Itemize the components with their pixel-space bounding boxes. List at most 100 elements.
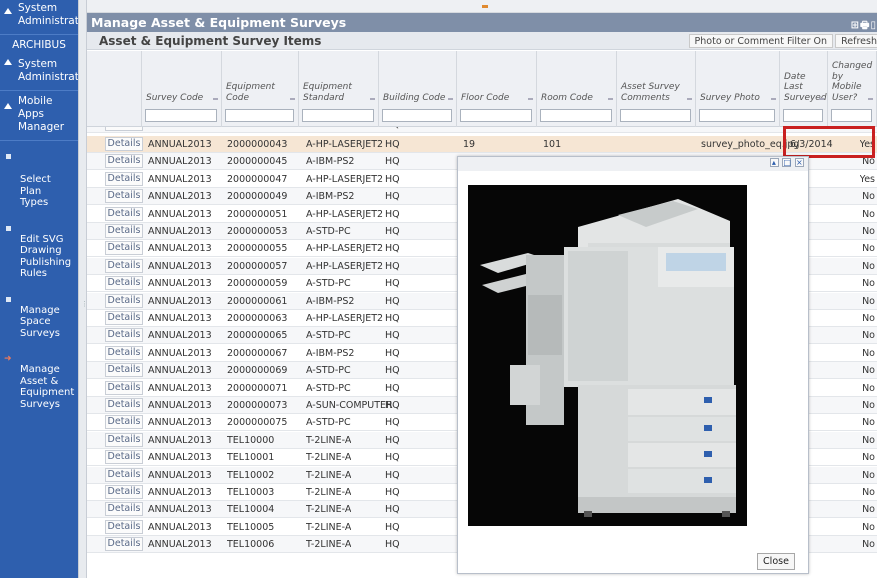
close-icon[interactable]: × bbox=[795, 158, 804, 167]
cell-equipment-standard: T-2LINE-A bbox=[306, 504, 352, 516]
table-row[interactable]: Details ANNUAL2013 2000000041 A-IBM-PS2 HQ 19… bbox=[87, 127, 877, 133]
navigation-sidebar: System Administration ARCHIBUS System Ad… bbox=[0, 0, 78, 578]
column-header-building-code[interactable]: Building Code bbox=[379, 51, 457, 127]
close-button[interactable]: Close bbox=[757, 553, 795, 570]
cell-building-code: HQ bbox=[385, 191, 400, 203]
details-button[interactable]: Details bbox=[105, 311, 143, 325]
column-filter-input[interactable] bbox=[699, 109, 775, 122]
column-filter-input[interactable] bbox=[302, 109, 374, 122]
column-filter-input[interactable] bbox=[382, 109, 452, 122]
dialog-titlebar[interactable]: ▴ □ × bbox=[458, 157, 808, 171]
sort-indicator-icon[interactable] bbox=[868, 98, 873, 100]
sort-indicator-icon[interactable] bbox=[528, 98, 533, 100]
details-button[interactable]: Details bbox=[105, 485, 143, 499]
sidebar-item-edit-svg-rules[interactable]: Edit SVG Drawing Publishing Rules bbox=[0, 211, 78, 280]
details-button[interactable]: Details bbox=[105, 206, 143, 221]
sidebar-item-label: Manage Space Surveys bbox=[20, 304, 60, 339]
sort-indicator-icon[interactable] bbox=[448, 98, 453, 100]
sidebar-section-archibus[interactable]: ARCHIBUS bbox=[0, 37, 78, 56]
column-header-equipment-code[interactable]: Equipment Code bbox=[222, 51, 299, 127]
cell-room-code: 101 bbox=[543, 139, 562, 150]
details-button[interactable]: Details bbox=[105, 154, 143, 169]
column-header-date-last[interactable]: Date Last Surveyed bbox=[780, 51, 828, 127]
collapse-triangle-icon[interactable] bbox=[4, 8, 12, 14]
collapse-triangle-icon[interactable] bbox=[4, 103, 12, 109]
cell-survey-code: ANNUAL2013 bbox=[148, 226, 212, 237]
sort-indicator-icon[interactable] bbox=[213, 98, 218, 100]
column-header-changed-mobile[interactable]: Changed by Mobile User? bbox=[828, 51, 877, 127]
details-button[interactable]: Details bbox=[105, 502, 143, 517]
column-header-comments[interactable]: Asset Survey Comments bbox=[617, 51, 696, 127]
column-filter-input[interactable] bbox=[831, 109, 872, 122]
sidebar-item-select-plan-types[interactable]: Select Plan Types bbox=[0, 151, 78, 209]
splitter-grip-icon[interactable]: ⋮ bbox=[81, 300, 88, 308]
table-row[interactable]: Details ANNUAL2013 2000000043 A-HP-LASERJET… bbox=[87, 136, 877, 153]
column-header-equipment-standard[interactable]: Equipment Standard bbox=[299, 51, 379, 127]
column-filter-input[interactable] bbox=[620, 109, 691, 122]
details-button[interactable]: Details bbox=[105, 467, 143, 482]
sidebar-item-manage-asset-surveys[interactable]: ➜ Manage Asset & Equipment Surveys bbox=[0, 341, 78, 410]
sidebar-splitter[interactable]: ⋮ bbox=[78, 0, 88, 578]
details-button[interactable]: Details bbox=[105, 258, 143, 273]
cell-equipment-standard: T-2LINE-A bbox=[306, 487, 352, 498]
sort-indicator-icon[interactable] bbox=[687, 98, 692, 100]
details-button[interactable]: Details bbox=[105, 519, 143, 534]
column-filter-input[interactable] bbox=[540, 109, 612, 122]
sort-indicator-icon[interactable] bbox=[290, 98, 295, 100]
cell-equipment-standard: A-HP-LASERJET2 bbox=[306, 260, 384, 272]
cell-building-code: HQ bbox=[385, 139, 400, 150]
sidebar-item-manage-space-surveys[interactable]: Manage Space Surveys bbox=[0, 282, 78, 340]
cell-equipment-code: 2000000045 bbox=[227, 156, 288, 168]
collapse-triangle-icon[interactable] bbox=[4, 59, 12, 65]
details-button[interactable]: Details bbox=[105, 432, 143, 447]
details-button[interactable]: Details bbox=[105, 171, 143, 186]
column-header-survey-code[interactable]: Survey Code bbox=[142, 51, 222, 127]
sort-indicator-icon[interactable] bbox=[608, 98, 613, 100]
cell-equipment-standard: A-STD-PC bbox=[306, 226, 351, 237]
cell-equipment-standard: A-STD-PC bbox=[306, 278, 351, 290]
collapse-handle-icon[interactable] bbox=[482, 5, 488, 8]
details-button[interactable]: Details bbox=[105, 537, 143, 552]
details-button[interactable]: Details bbox=[105, 224, 143, 238]
column-filter-input[interactable] bbox=[783, 109, 823, 122]
column-header-photo[interactable]: Survey Photo bbox=[696, 51, 780, 127]
column-header-label: Floor Code bbox=[461, 92, 510, 103]
cell-survey-code: ANNUAL2013 bbox=[148, 539, 212, 551]
photo-comment-filter-button[interactable]: Photo or Comment Filter On bbox=[688, 34, 833, 48]
details-button[interactable]: Details bbox=[105, 293, 143, 308]
details-button[interactable]: Details bbox=[105, 276, 143, 291]
details-button[interactable]: Details bbox=[105, 189, 143, 204]
cell-building-code: HQ bbox=[385, 469, 400, 481]
sidebar-section-system-admin[interactable]: System Administration bbox=[0, 0, 78, 32]
details-button[interactable]: Details bbox=[105, 241, 143, 256]
column-filter-input[interactable] bbox=[225, 109, 294, 122]
details-button[interactable]: Details bbox=[105, 137, 143, 151]
sort-indicator-icon[interactable] bbox=[370, 98, 375, 100]
details-button[interactable]: Details bbox=[105, 415, 143, 430]
bullet-icon bbox=[6, 154, 11, 159]
sort-indicator-icon[interactable] bbox=[771, 98, 776, 100]
cell-building-code: HQ bbox=[385, 127, 400, 130]
details-button[interactable]: Details bbox=[105, 328, 143, 343]
cell-changed-mobile: No bbox=[862, 295, 875, 307]
cell-changed-mobile: No bbox=[862, 487, 875, 498]
sidebar-section-system-admin-2[interactable]: System Administration bbox=[0, 56, 78, 88]
minimize-icon[interactable]: ▴ bbox=[769, 158, 779, 167]
cell-survey-code: ANNUAL2013 bbox=[148, 139, 212, 150]
details-button[interactable]: Details bbox=[105, 127, 143, 131]
column-filter-input[interactable] bbox=[460, 109, 532, 122]
column-filter-input[interactable] bbox=[145, 109, 217, 122]
maximize-icon[interactable]: □ bbox=[782, 158, 792, 167]
sidebar-section-mobile-apps[interactable]: Mobile Apps Manager bbox=[0, 93, 78, 138]
details-button[interactable]: Details bbox=[105, 345, 143, 360]
cell-equipment-code: TEL10004 bbox=[227, 504, 275, 516]
sort-indicator-icon[interactable] bbox=[819, 98, 824, 100]
column-header-room-code[interactable]: Room Code bbox=[537, 51, 617, 127]
details-button[interactable]: Details bbox=[105, 363, 143, 378]
cell-changed-mobile: No bbox=[862, 191, 875, 203]
refresh-button[interactable]: Refresh bbox=[835, 34, 877, 48]
details-button[interactable]: Details bbox=[105, 450, 143, 465]
column-header-floor-code[interactable]: Floor Code bbox=[457, 51, 537, 127]
details-button[interactable]: Details bbox=[105, 398, 143, 412]
details-button[interactable]: Details bbox=[105, 380, 143, 395]
